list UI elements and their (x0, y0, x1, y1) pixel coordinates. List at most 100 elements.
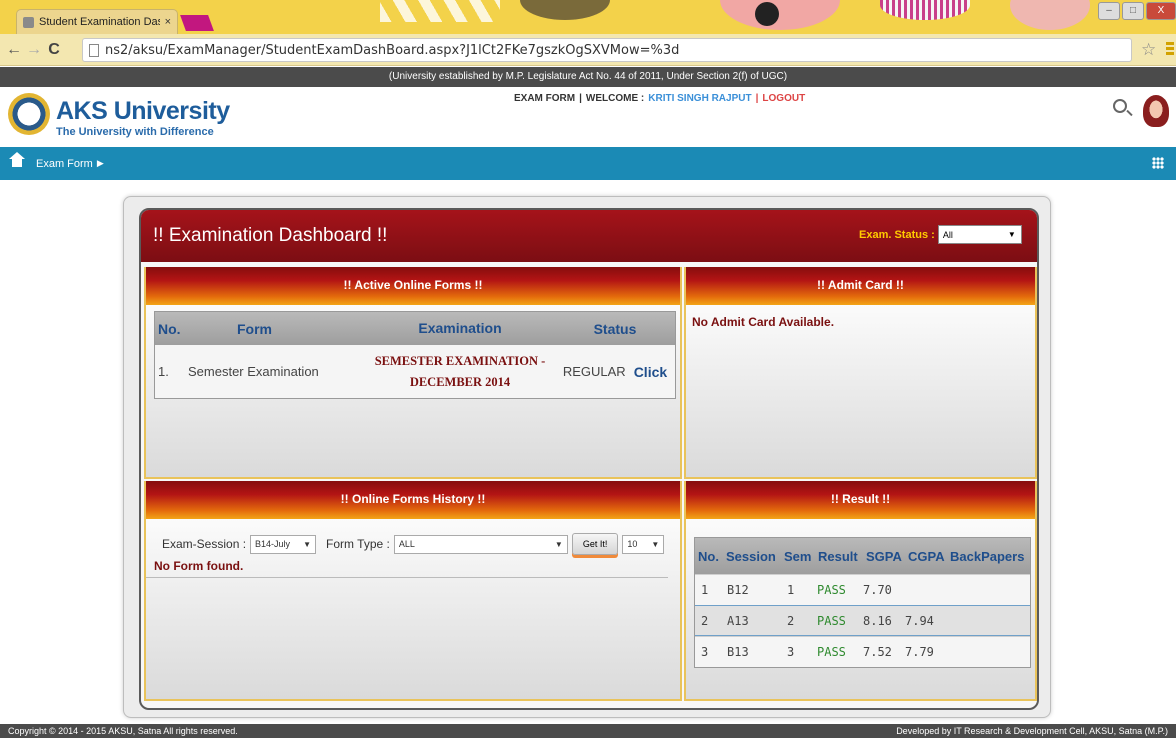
result-heading: !! Result !! (686, 481, 1035, 519)
examination-name-line2: DECEMBER 2014 (409, 374, 511, 389)
grid-menu-icon[interactable] (1152, 157, 1164, 169)
semester-cell: 1 (787, 583, 795, 597)
caret-right-icon: ▶ (96, 158, 104, 168)
result-cell: PASS (817, 645, 846, 659)
semester-cell: 3 (787, 645, 795, 659)
result-body: No. Session Sem Result SGPA CGPA BackPap… (686, 519, 1035, 699)
chevron-down-icon: ▼ (554, 539, 563, 549)
active-forms-panel: !! Active Online Forms !! No. Form Exami… (144, 267, 682, 479)
brand-name: AKS University (56, 97, 230, 125)
university-note: (University established by M.P. Legislat… (0, 67, 1176, 87)
sgpa-cell: 7.70 (863, 583, 892, 597)
browser-menu-icon[interactable] (1166, 42, 1174, 56)
bookmark-star-icon[interactable]: ☆ (1141, 40, 1156, 60)
back-icon[interactable]: ← (4, 41, 24, 59)
nav-item-exam-form[interactable]: Exam Form (36, 158, 93, 170)
developer-credit: Developed by IT Research & Development C… (896, 726, 1168, 736)
logout-link[interactable]: LOGOUT (762, 93, 805, 104)
page-size-value: 10 (627, 539, 638, 549)
new-tab-button[interactable] (180, 15, 214, 31)
examination-name-line1: SEMESTER EXAMINATION - (374, 353, 546, 368)
tab-title: Student Examination Dasl (39, 16, 160, 28)
cgpa-cell: 7.94 (905, 613, 934, 628)
browser-tab-bar: Student Examination Dasl × – □ X (0, 0, 1176, 34)
dashboard-title: !! Examination Dashboard !! (153, 225, 388, 246)
active-forms-heading: !! Active Online Forms !! (146, 267, 680, 305)
forms-history-panel: !! Online Forms History !! Exam-Session … (144, 481, 682, 701)
site-footer: Copyright © 2014 - 2015 AKSU, Satna All … (0, 724, 1176, 738)
dashboard-title-bar: !! Examination Dashboard !! Exam. Status… (141, 210, 1037, 262)
minimize-button[interactable]: – (1098, 2, 1120, 20)
admit-card-panel: !! Admit Card !! No Admit Card Available… (684, 267, 1037, 479)
examination-dashboard: !! Examination Dashboard !! Exam. Status… (139, 208, 1039, 710)
column-header: BackPapers (950, 548, 1025, 564)
home-icon[interactable] (9, 151, 25, 170)
avatar[interactable] (1143, 95, 1169, 127)
exam-form-link[interactable]: EXAM FORM (514, 93, 575, 104)
form-type-label: Form Type : (326, 537, 390, 551)
exam-session-select[interactable]: B14-July ▼ (250, 534, 317, 554)
search-icon[interactable] (1113, 99, 1127, 113)
active-forms-table: No. Form Examination Status 1. Semester … (154, 311, 676, 399)
page-favicon-icon (23, 16, 34, 28)
column-header: Examination (418, 320, 502, 336)
row-number: 3 (701, 645, 709, 659)
exam-status-label: Exam. Status : (859, 228, 935, 241)
address-bar[interactable]: ns2/aksu/ExamManager/StudentExamDashBoar… (82, 38, 1132, 62)
result-cell: PASS (817, 613, 846, 628)
url-text[interactable]: ns2/aksu/ExamManager/StudentExamDashBoar… (105, 43, 679, 58)
form-type-select[interactable]: ALL ▼ (393, 534, 568, 554)
cgpa-cell: 7.79 (905, 645, 934, 659)
column-header: SGPA (866, 548, 902, 564)
browser-tab[interactable]: Student Examination Dasl × (16, 9, 178, 34)
form-type-value: ALL (398, 539, 415, 549)
theme-decoration (755, 2, 779, 26)
session-cell: B12 (727, 583, 749, 597)
separator: | (755, 93, 759, 104)
table-row: 3 B13 3 PASS 7.52 7.79 (695, 636, 1030, 667)
form-name: Semester Examination (188, 364, 319, 379)
chevron-down-icon: ▼ (651, 539, 660, 549)
separator: | (579, 93, 582, 104)
table-header: No. Form Examination Status (155, 312, 675, 345)
sgpa-cell: 8.16 (863, 613, 892, 628)
maximize-button[interactable]: □ (1122, 2, 1144, 20)
table-header: No. Session Sem Result SGPA CGPA BackPap… (695, 538, 1030, 574)
column-header: CGPA (908, 548, 945, 564)
column-header: Sem (784, 548, 812, 564)
exam-status-select[interactable]: All ▼ (937, 225, 1022, 244)
chevron-down-icon: ▼ (1007, 230, 1016, 239)
result-cell: PASS (817, 583, 846, 597)
history-filters: Exam-Session : B14-July ▼ Form Type : AL… (162, 533, 665, 555)
no-form-message: No Form found. (146, 559, 668, 578)
semester-cell: 2 (787, 613, 795, 628)
forms-history-heading: !! Online Forms History !! (146, 481, 680, 519)
active-forms-body: No. Form Examination Status 1. Semester … (146, 305, 680, 477)
row-number: 1 (701, 583, 709, 597)
column-header: Status (593, 320, 637, 337)
window-controls: – □ X (1098, 2, 1176, 20)
click-link[interactable]: Click (634, 364, 667, 380)
table-row: 1. Semester Examination SEMESTER EXAMINA… (155, 345, 675, 398)
result-panel: !! Result !! No. Session Sem Result SGPA… (684, 481, 1037, 701)
user-name: KRITI SINGH RAJPUT (648, 93, 752, 104)
get-it-button[interactable]: Get It! (571, 533, 619, 555)
theme-decoration (380, 0, 500, 22)
university-logo (8, 93, 50, 135)
page-size-select[interactable]: 10 ▼ (622, 534, 665, 554)
exam-session-label: Exam-Session : (162, 537, 247, 551)
reload-icon[interactable]: C (44, 41, 64, 59)
exam-status-value: All (942, 229, 953, 240)
theme-decoration (1010, 0, 1090, 30)
tab-close-icon[interactable]: × (165, 16, 171, 28)
session-cell: B13 (727, 645, 749, 659)
row-number: 2 (701, 613, 709, 628)
close-window-button[interactable]: X (1146, 2, 1176, 20)
welcome-label: WELCOME : (585, 93, 645, 104)
site-header: AKS University The University with Diffe… (0, 87, 1176, 147)
session-cell: A13 (727, 613, 749, 628)
forms-history-body: Exam-Session : B14-July ▼ Form Type : AL… (146, 519, 680, 699)
brand-tagline: The University with Difference (56, 126, 214, 138)
forward-icon[interactable]: → (24, 41, 44, 59)
theme-decoration (520, 0, 610, 20)
